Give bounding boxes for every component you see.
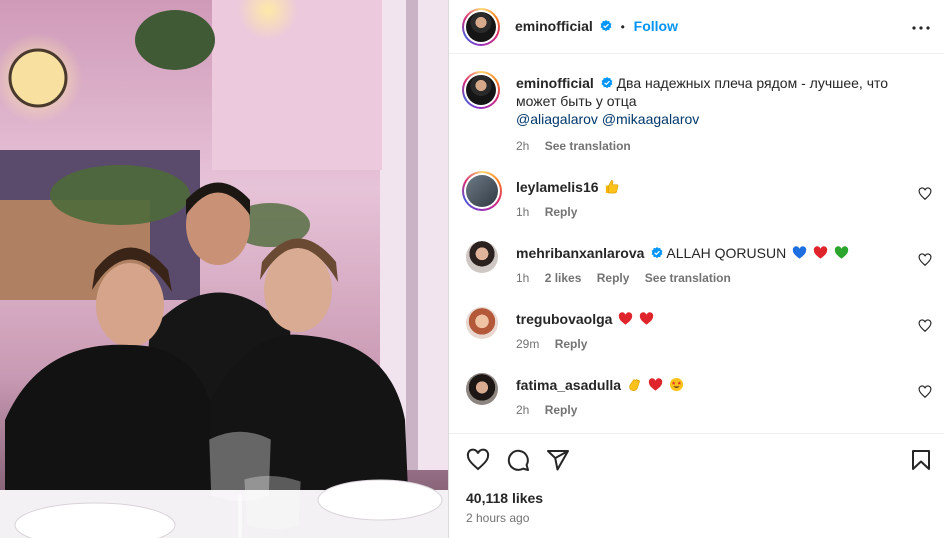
verified-badge-icon <box>601 77 613 89</box>
see-translation-button[interactable]: See translation <box>645 271 731 285</box>
caption-author-avatar[interactable] <box>462 71 500 109</box>
comment-time: 1h <box>516 271 530 285</box>
caption-body: eminofficial Два надежных плеча рядом - … <box>516 74 906 155</box>
reply-button[interactable]: Reply <box>597 271 630 285</box>
heart-icon[interactable] <box>466 448 490 472</box>
red-heart-emoji <box>648 378 663 391</box>
red-heart-emoji <box>619 312 633 325</box>
post-photo[interactable] <box>0 0 448 538</box>
clapping-hands-emoji <box>629 379 640 391</box>
comment-meta: 1h 2 likes Reply See translation <box>516 271 896 285</box>
share-icon[interactable] <box>546 448 570 472</box>
post-header: eminofficial • Follow <box>449 0 944 54</box>
comment-time: 29m <box>516 337 540 351</box>
thumbs-up-emoji <box>606 180 619 194</box>
follow-button[interactable]: Follow <box>634 18 678 34</box>
comment-icon[interactable] <box>506 448 530 472</box>
comments-list[interactable]: eminofficial Два надежных плеча рядом - … <box>449 55 944 433</box>
commenter-username[interactable]: fatima_asadulla <box>516 377 621 393</box>
reply-button[interactable]: Reply <box>545 403 578 417</box>
comment-meta: 1h Reply <box>516 205 896 219</box>
caption-meta: 2h See translation <box>516 137 906 155</box>
commenter-username[interactable]: tregubovaolga <box>516 311 612 327</box>
comment-meta: 2h Reply <box>516 403 896 417</box>
comment-body: fatima_asadulla 2h Reply <box>516 376 896 417</box>
comment-item: tregubovaolga 29m Reply <box>462 307 932 359</box>
commenter-username[interactable]: mehribanxanlarova <box>516 245 644 261</box>
comment-item: fatima_asadulla 2h Reply <box>462 373 932 425</box>
verified-badge-icon <box>600 20 612 32</box>
verified-badge-icon <box>651 247 663 259</box>
mention-link[interactable]: @mikaagalarov <box>602 111 699 127</box>
comment-item: mehribanxanlarova ALLAH QORUSUN 1h 2 lik… <box>462 241 932 293</box>
likes-count[interactable]: 40,118 likes <box>466 490 543 506</box>
comment-body: tregubovaolga 29m Reply <box>516 310 896 351</box>
comment-likes-count[interactable]: 2 likes <box>545 271 582 285</box>
photo-illustration <box>0 0 448 538</box>
comment-body: mehribanxanlarova ALLAH QORUSUN 1h 2 lik… <box>516 244 896 285</box>
author-line: eminofficial • Follow <box>515 18 678 34</box>
caption-author-username[interactable]: eminofficial <box>516 75 594 91</box>
star-struck-emoji <box>669 377 683 392</box>
comment-meta: 29m Reply <box>516 337 896 351</box>
commenter-username[interactable]: leylamelis16 <box>516 179 599 195</box>
commenter-avatar[interactable] <box>466 307 498 339</box>
comment-item: leylamelis16 1h Reply <box>462 171 932 227</box>
blue-heart-emoji <box>792 246 807 259</box>
red-heart-emoji <box>813 246 828 259</box>
comment-text: ALLAH QORUSUN <box>666 245 787 261</box>
author-avatar[interactable] <box>462 8 500 46</box>
comment-like-heart-icon[interactable] <box>918 187 932 201</box>
commenter-avatar[interactable] <box>462 171 502 211</box>
comment-like-heart-icon[interactable] <box>918 253 932 267</box>
post-timestamp[interactable]: 2 hours ago <box>466 511 529 525</box>
red-heart-emoji <box>640 312 654 325</box>
mention-link[interactable]: @aliagalarov <box>516 111 598 127</box>
author-username[interactable]: eminofficial <box>515 18 593 34</box>
post-actions: 40,118 likes 2 hours ago <box>449 433 944 538</box>
caption-time: 2h <box>516 139 530 153</box>
bookmark-icon[interactable] <box>909 448 933 472</box>
comment-like-heart-icon[interactable] <box>918 385 932 399</box>
reply-button[interactable]: Reply <box>555 337 588 351</box>
comment-time: 2h <box>516 403 530 417</box>
more-horizontal-icon[interactable] <box>909 16 933 40</box>
reply-button[interactable]: Reply <box>545 205 578 219</box>
see-translation-button[interactable]: See translation <box>545 139 631 153</box>
post-side-panel: eminofficial • Follow eminofficial Два н… <box>448 0 944 538</box>
green-heart-emoji <box>834 246 849 259</box>
comment-like-heart-icon[interactable] <box>918 319 932 333</box>
comment-body: leylamelis16 1h Reply <box>516 178 896 219</box>
separator-dot: • <box>620 20 625 34</box>
commenter-avatar[interactable] <box>466 241 498 273</box>
comment-time: 1h <box>516 205 530 219</box>
commenter-avatar[interactable] <box>466 373 498 405</box>
